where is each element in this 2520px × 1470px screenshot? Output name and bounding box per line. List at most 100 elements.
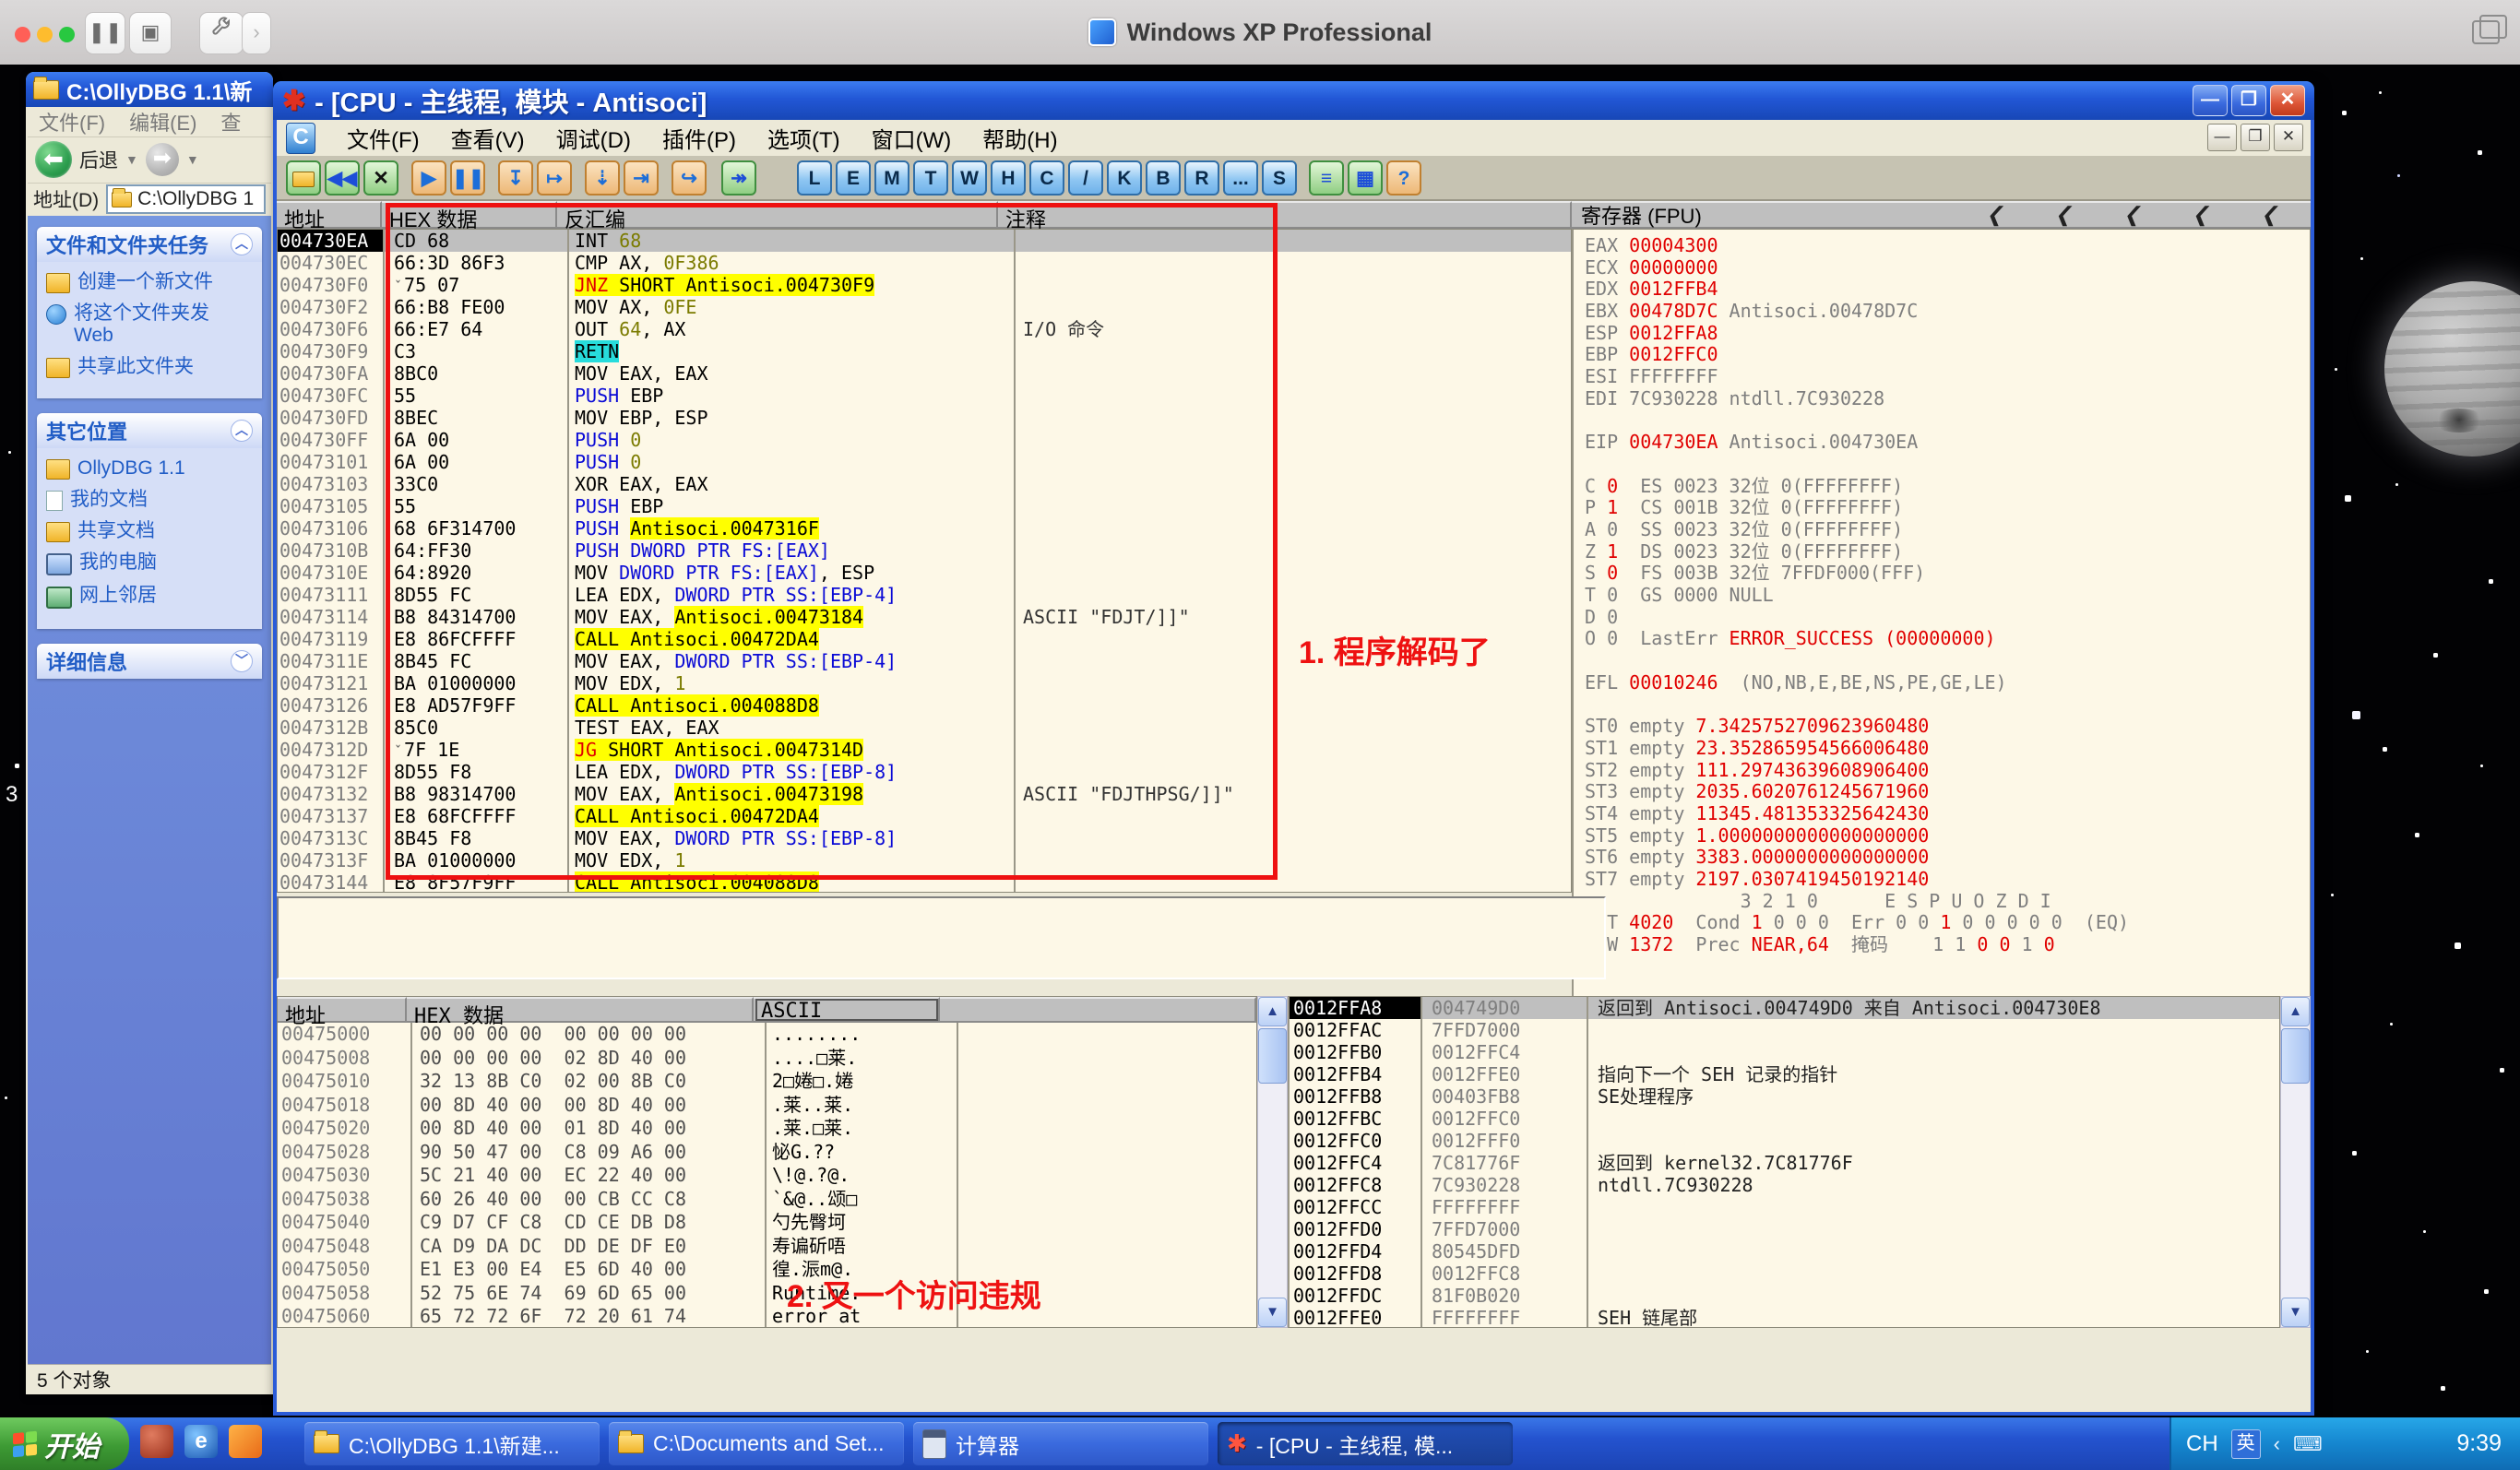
register-line[interactable]: C 0 ES 0023 32位 0(FFFFFFFF) xyxy=(1585,475,2310,498)
ollydbg-menu-item[interactable]: 文件(F) xyxy=(347,122,420,154)
scroll-up-icon[interactable]: ▲ xyxy=(2281,997,2310,1026)
taskbar-button[interactable]: C:\Documents and Set... xyxy=(609,1422,904,1465)
panel-button-H[interactable]: H xyxy=(991,160,1026,196)
disasm-row[interactable]: 004730F6 66:E7 64 OUT 64, AX I/O 命令 xyxy=(278,318,1571,340)
help-button[interactable]: ? xyxy=(1386,160,1421,196)
mdi-close-button[interactable]: ✕ xyxy=(2274,124,2303,151)
explorer-titlebar[interactable]: C:\OllyDBG 1.1\新 xyxy=(26,72,273,107)
disasm-row[interactable]: 00473121 BA 01000000 MOV EDX, 1 xyxy=(278,672,1571,694)
step-into-button[interactable]: ↧ xyxy=(498,160,533,196)
register-line[interactable]: ST5 empty 1.0000000000000000000 xyxy=(1585,824,2310,848)
panel-button-T[interactable]: T xyxy=(913,160,948,196)
quick-launch-icon-1[interactable] xyxy=(140,1425,173,1458)
quick-launch-icon-2[interactable]: e xyxy=(184,1425,218,1458)
dump-row[interactable]: 00475018 00 8D 40 00 00 8D 40 00 .莱..莱. xyxy=(278,1093,1256,1117)
disasm-row[interactable]: 00473114 B8 84314700 MOV EAX, Antisoci.004… xyxy=(278,606,1571,628)
mac-restore-icon[interactable] xyxy=(2472,15,2507,44)
task-panel-item[interactable]: 将这个文件夹发 Web xyxy=(46,302,255,347)
disasm-row[interactable]: 00473106 68 6F314700 PUSH Antisoci.0047316… xyxy=(278,517,1571,539)
dump-row[interactable]: 00475010 32 13 8B C0 02 00 8B C0 2□婘□.婘 xyxy=(278,1070,1256,1094)
register-line[interactable]: ST2 empty 111.29743639608906400 xyxy=(1585,759,2310,782)
stack-row[interactable]: 0012FFC0 0012FFF0 xyxy=(1290,1130,2279,1152)
stack-row[interactable]: 0012FFAC 7FFD7000 xyxy=(1290,1019,2279,1041)
scrollbar-thumb[interactable] xyxy=(1258,1028,1287,1084)
disasm-row[interactable]: 00473132 B8 98314700 MOV EAX, Antisoci.004… xyxy=(278,783,1571,805)
register-line[interactable]: EFL 00010246 (NO,NB,E,BE,NS,PE,GE,LE) xyxy=(1585,671,2310,694)
scrollbar-thumb[interactable] xyxy=(2281,1028,2310,1084)
stack-row[interactable]: 0012FFC4 7C81776F 返回到 kernel32.7C81776F xyxy=(1290,1152,2279,1174)
register-line[interactable] xyxy=(1585,454,2310,476)
panel-button-R[interactable]: R xyxy=(1184,160,1219,196)
back-button[interactable]: ⬅ xyxy=(35,141,72,178)
stack-row[interactable]: 0012FFB0 0012FFC4 xyxy=(1290,1041,2279,1063)
panel-button-/[interactable]: / xyxy=(1068,160,1103,196)
step-over-button[interactable]: ↦ xyxy=(537,160,572,196)
ollydbg-menu-item[interactable]: 查看(V) xyxy=(451,122,525,154)
disasm-row[interactable]: 0047313F BA 01000000 MOV EDX, 1 xyxy=(278,849,1571,871)
disasm-row[interactable]: 004730F2 66:B8 FE00 MOV AX, 0FE xyxy=(278,296,1571,318)
tray-chevron-icon[interactable]: ‹ xyxy=(2274,1432,2280,1456)
register-line[interactable]: EDI 7C930228 ntdll.7C930228 xyxy=(1585,387,2310,410)
disasm-row[interactable]: 0047312B 85C0 TEST EAX, EAX xyxy=(278,717,1571,739)
task-panel-item[interactable]: 创建一个新文件 xyxy=(46,271,255,293)
close-process-button[interactable]: ✕ xyxy=(363,160,398,196)
register-line[interactable]: EAX 00004300 xyxy=(1585,234,2310,257)
dump-row[interactable]: 00475008 00 00 00 00 02 8D 40 00 ....□莱. xyxy=(278,1046,1256,1070)
register-line[interactable]: Z 1 DS 0023 32位 0(FFFFFFFF) xyxy=(1585,540,2310,563)
explorer-menu-item[interactable]: 文件(F) xyxy=(39,107,105,136)
register-line[interactable]: EBP 0012FFC0 xyxy=(1585,344,2310,366)
panel-button-E[interactable]: E xyxy=(836,160,871,196)
register-line[interactable]: ST0 empty 7.3425752709623960480 xyxy=(1585,715,2310,738)
dump-pane[interactable]: 地址 HEX 数据 ASCII 00475000 00 00 00 00 00 0… xyxy=(277,996,1257,1328)
dump-row[interactable]: 00475000 00 00 00 00 00 00 00 00........ xyxy=(278,1023,1256,1047)
start-button[interactable]: 开始 xyxy=(0,1417,129,1470)
dump-scrollbar[interactable]: ▲ ▼ xyxy=(1257,996,1288,1328)
disasm-row[interactable]: 004730FD 8BEC MOV EBP, ESP xyxy=(278,407,1571,429)
address-input[interactable]: C:\OllyDBG 1 xyxy=(106,184,266,214)
dump-row[interactable]: 00475048 CA D9 DA DC DD DE DF E0 寿谝斫唔 xyxy=(278,1234,1256,1258)
section-chevron-icon[interactable]: ︿ xyxy=(231,233,253,255)
disasm-row[interactable]: 00473103 33C0 XOR EAX, EAX xyxy=(278,473,1571,495)
task-section-header[interactable]: 文件和文件夹任务 ︿ xyxy=(37,227,262,262)
register-line[interactable]: O 0 LastErr ERROR_SUCCESS (00000000) xyxy=(1585,628,2310,650)
register-line[interactable]: EBX 00478D7C Antisoci.00478D7C xyxy=(1585,300,2310,323)
stack-row[interactable]: 0012FFC8 7C930228 ntdll.7C930228 xyxy=(1290,1174,2279,1196)
disasm-row[interactable]: 00473144 E8 8F57F9FF CALL Antisoci.004088D… xyxy=(278,871,1571,892)
options-list-button[interactable]: ≡ xyxy=(1309,160,1344,196)
info-pane[interactable] xyxy=(277,896,1606,979)
stack-pane[interactable]: 0012FFA8 004749D0 返回到 Antisoci.004749D0 来自… xyxy=(1288,996,2280,1328)
task-panel-item[interactable]: 共享文档 xyxy=(46,520,255,542)
panel-button-more[interactable]: ... xyxy=(1223,160,1258,196)
panel-button-K[interactable]: K xyxy=(1107,160,1142,196)
scroll-up-icon[interactable]: ▲ xyxy=(1258,997,1287,1026)
col-header-hex[interactable]: HEX 数据 xyxy=(382,201,557,231)
register-line[interactable]: FCW 1372 Prec NEAR,64 掩码 1 1 0 0 1 0 xyxy=(1585,933,2310,956)
panel-button-W[interactable]: W xyxy=(952,160,987,196)
register-line[interactable]: A 0 SS 0023 32位 0(FFFFFFFF) xyxy=(1585,518,2310,541)
forward-dropdown-icon[interactable]: ▼ xyxy=(186,152,199,167)
quick-launch-icon-3[interactable] xyxy=(229,1425,262,1458)
section-chevron-icon[interactable]: ﹀ xyxy=(231,650,253,672)
ollydbg-menu-item[interactable]: 帮助(H) xyxy=(982,122,1057,154)
section-chevron-icon[interactable]: ︿ xyxy=(231,420,253,442)
stack-row[interactable]: 0012FFBC 0012FFC0 xyxy=(1290,1108,2279,1130)
disasm-row[interactable]: 00473111 8D55 FC LEA EDX, DWORD PTR SS:[EB… xyxy=(278,584,1571,606)
disasm-row[interactable]: 00473126 E8 AD57F9FF CALL Antisoci.004088D… xyxy=(278,694,1571,717)
panel-button-B[interactable]: B xyxy=(1146,160,1181,196)
register-line[interactable] xyxy=(1585,410,2310,433)
register-line[interactable]: P 1 CS 001B 32位 0(FFFFFFFF) xyxy=(1585,496,2310,519)
register-line[interactable]: S 0 FS 003B 32位 7FFDF000(FFF) xyxy=(1585,562,2310,585)
register-line[interactable]: ST6 empty 3383.0000000000000000 xyxy=(1585,846,2310,869)
disasm-row[interactable]: 004730FA 8BC0 MOV EAX, EAX xyxy=(278,362,1571,385)
ollydbg-menu-item[interactable]: 窗口(W) xyxy=(872,122,952,154)
register-line[interactable]: T 0 GS 0000 NULL xyxy=(1585,584,2310,607)
col-header-comment[interactable]: 注释 xyxy=(998,201,1572,231)
stack-row[interactable]: 0012FFB4 0012FFE0 指向下一个 SEH 记录的指针 xyxy=(1290,1063,2279,1085)
panel-button-M[interactable]: M xyxy=(874,160,909,196)
explorer-menu-item[interactable]: 编辑(E) xyxy=(129,107,196,136)
dump-row[interactable]: 00475040 C9 D7 CF C8 CD CE DB D8 勺先臀坷 xyxy=(278,1211,1256,1235)
disasm-row[interactable]: 0047312D ˇ 7F 1E JG SHORT Antisoci.0047314D xyxy=(278,739,1571,761)
minimize-button[interactable]: — xyxy=(2193,85,2228,116)
task-panel-item[interactable]: 我的电脑 xyxy=(46,551,255,575)
open-file-button[interactable] xyxy=(286,160,321,196)
